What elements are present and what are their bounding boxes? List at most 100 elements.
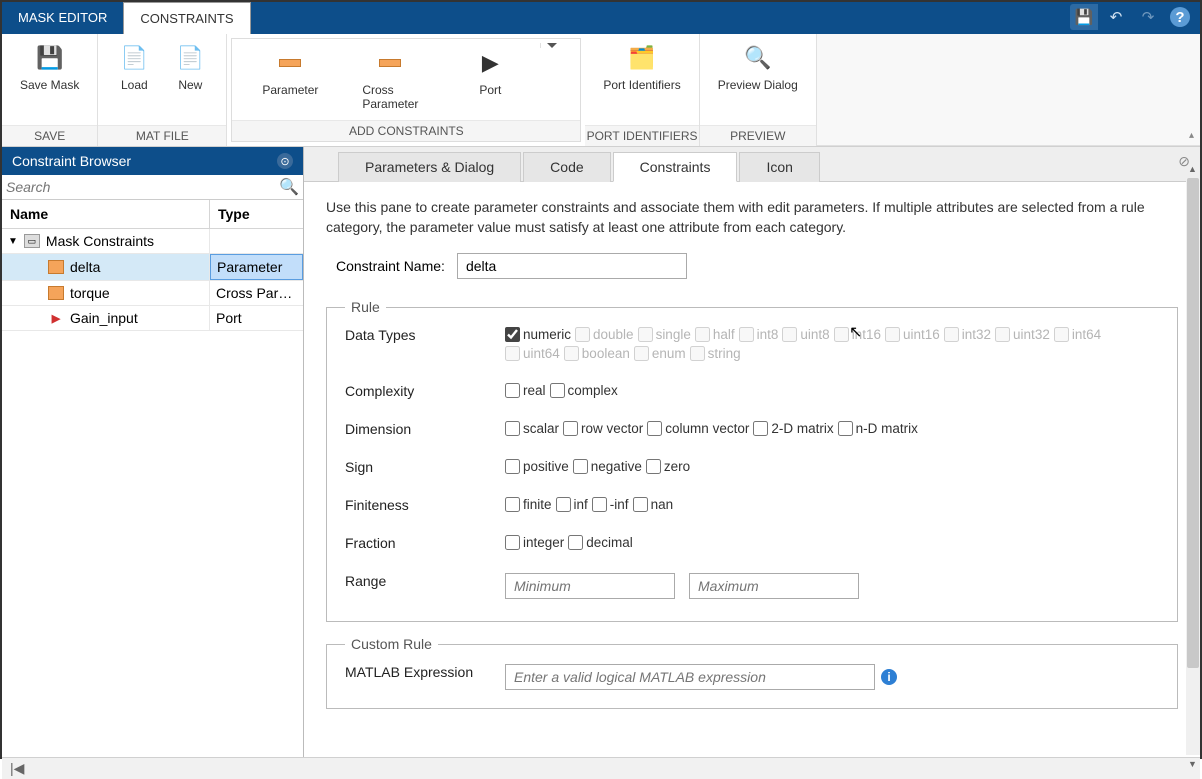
tab-constraints-pane[interactable]: Constraints xyxy=(613,152,738,182)
checkbox-double: double xyxy=(575,327,634,342)
checkbox-int64: int64 xyxy=(1054,327,1101,342)
port-icon: ▶ xyxy=(48,311,64,325)
checkbox-nan[interactable]: nan xyxy=(633,497,674,512)
vertical-scrollbar[interactable]: ▲ ▼ xyxy=(1186,178,1200,755)
tree-row-gain-input[interactable]: ▶Gain_input Port xyxy=(2,306,303,331)
undo-icon[interactable]: ↶ xyxy=(1102,4,1130,30)
constraint-name-label: Constraint Name: xyxy=(336,258,445,274)
rule-fieldset: Rule Data Types numeric double single half i… xyxy=(326,299,1178,622)
scroll-down-icon[interactable]: ▼ xyxy=(1188,759,1197,769)
gallery-dropdown-icon[interactable] xyxy=(540,43,562,48)
dimension-label: Dimension xyxy=(345,421,505,437)
redo-icon[interactable]: ↷ xyxy=(1134,4,1162,30)
checkbox-finite[interactable]: finite xyxy=(505,497,552,512)
ribbon-group-label: PORT IDENTIFIERS xyxy=(585,125,698,146)
preview-dialog-button[interactable]: 🔍 Preview Dialog xyxy=(708,38,808,94)
new-icon: 📄 xyxy=(172,40,208,76)
checkbox-int16: int16 xyxy=(834,327,881,342)
load-icon: 📄 xyxy=(116,40,152,76)
matlab-expression-label: MATLAB Expression xyxy=(345,664,505,680)
scrollbar-thumb[interactable] xyxy=(1187,178,1199,668)
checkbox-complex[interactable]: complex xyxy=(550,383,618,398)
checkbox-inf[interactable]: inf xyxy=(556,497,588,512)
status-bar: |◀ xyxy=(2,757,1200,779)
preview-icon: 🔍 xyxy=(740,40,776,76)
help-icon[interactable]: ? xyxy=(1166,4,1194,30)
checkbox-2-D-matrix[interactable]: 2-D matrix xyxy=(753,421,833,436)
range-min-input[interactable] xyxy=(505,573,675,599)
checkbox-uint8: uint8 xyxy=(782,327,829,342)
collapse-ribbon-icon[interactable]: ▴ xyxy=(1189,130,1194,141)
port-identifiers-button[interactable]: 🗂️ Port Identifiers xyxy=(593,38,690,94)
checkbox-single: single xyxy=(638,327,691,342)
tab-constraints[interactable]: CONSTRAINTS xyxy=(123,2,250,34)
checkbox-string: string xyxy=(690,346,741,361)
checkbox-enum: enum xyxy=(634,346,686,361)
checkbox-positive[interactable]: positive xyxy=(505,459,569,474)
checkbox--inf[interactable]: -inf xyxy=(592,497,629,512)
checkbox-row-vector[interactable]: row vector xyxy=(563,421,643,436)
collapse-icon[interactable]: ▼ xyxy=(8,236,18,247)
rule-legend: Rule xyxy=(345,299,386,315)
checkbox-real[interactable]: real xyxy=(505,383,546,398)
load-button[interactable]: 📄 Load xyxy=(106,38,162,94)
checkbox-uint32: uint32 xyxy=(995,327,1050,342)
tree-row-torque[interactable]: torque Cross Par… xyxy=(2,281,303,306)
search-input[interactable] xyxy=(6,179,279,195)
tree-row-delta[interactable]: delta Parameter xyxy=(2,254,303,281)
matlab-expression-input[interactable] xyxy=(505,664,875,690)
column-header-type[interactable]: Type xyxy=(210,200,303,228)
port-icon: ▶ xyxy=(472,45,508,81)
parameter-icon xyxy=(48,286,64,300)
ribbon-toolbar: 💾 Save Mask SAVE 📄 Load 📄 New MAT FILE P… xyxy=(2,34,1200,147)
column-header-name[interactable]: Name xyxy=(2,200,210,228)
checkbox-n-D-matrix[interactable]: n-D matrix xyxy=(838,421,918,436)
tab-mask-editor[interactable]: MASK EDITOR xyxy=(2,2,123,34)
tab-parameters-dialog[interactable]: Parameters & Dialog xyxy=(338,152,521,182)
constraint-tree: ▼ ▭ Mask Constraints delta Parameter tor… xyxy=(2,229,303,331)
ribbon-group-label: MAT FILE xyxy=(98,125,226,146)
new-button[interactable]: 📄 New xyxy=(162,38,218,94)
tree-root-row[interactable]: ▼ ▭ Mask Constraints xyxy=(2,229,303,254)
checkbox-column-vector[interactable]: column vector xyxy=(647,421,749,436)
constraint-name-input[interactable] xyxy=(457,253,687,279)
checkbox-zero[interactable]: zero xyxy=(646,459,690,474)
range-max-input[interactable] xyxy=(689,573,859,599)
checkbox-half: half xyxy=(695,327,735,342)
parameter-constraint-button[interactable]: Parameter xyxy=(240,43,340,99)
constraint-browser-panel: Constraint Browser ⊙ 🔍 Name Type ▼ ▭ Mas… xyxy=(2,147,304,757)
tab-code[interactable]: Code xyxy=(523,152,610,182)
sign-label: Sign xyxy=(345,459,505,475)
tab-icon[interactable]: Icon xyxy=(739,152,819,182)
parameter-icon xyxy=(272,45,308,81)
cross-parameter-constraint-button[interactable]: Cross Parameter xyxy=(340,43,440,113)
scroll-up-icon[interactable]: ▲ xyxy=(1188,164,1197,174)
info-icon[interactable]: i xyxy=(881,669,897,685)
save-mask-button[interactable]: 💾 Save Mask xyxy=(10,38,89,94)
mask-icon: ▭ xyxy=(24,234,40,248)
checkbox-int32: int32 xyxy=(944,327,991,342)
custom-rule-legend: Custom Rule xyxy=(345,636,438,652)
save-icon[interactable]: 💾 xyxy=(1070,4,1098,30)
save-mask-icon: 💾 xyxy=(32,40,68,76)
checkbox-uint16: uint16 xyxy=(885,327,940,342)
custom-rule-fieldset: Custom Rule MATLAB Expression i xyxy=(326,636,1178,709)
pin-icon[interactable]: ⊙ xyxy=(277,153,293,169)
ribbon-group-label: PREVIEW xyxy=(700,125,816,146)
port-identifiers-icon: 🗂️ xyxy=(624,40,660,76)
checkbox-boolean: boolean xyxy=(564,346,630,361)
parameter-icon xyxy=(48,260,64,274)
port-constraint-button[interactable]: ▶ Port xyxy=(440,43,540,99)
title-tab-bar: MASK EDITOR CONSTRAINTS 💾 ↶ ↷ ? xyxy=(2,2,1200,34)
search-icon[interactable]: 🔍 xyxy=(279,177,299,197)
ribbon-group-label: ADD CONSTRAINTS xyxy=(232,120,580,141)
checkbox-integer[interactable]: integer xyxy=(505,535,564,550)
range-label: Range xyxy=(345,573,505,589)
fraction-label: Fraction xyxy=(345,535,505,551)
data-types-label: Data Types xyxy=(345,327,505,343)
checkbox-numeric[interactable]: numeric xyxy=(505,327,571,342)
checkbox-scalar[interactable]: scalar xyxy=(505,421,559,436)
checkbox-negative[interactable]: negative xyxy=(573,459,642,474)
nav-back-icon[interactable]: |◀ xyxy=(10,760,24,777)
checkbox-decimal[interactable]: decimal xyxy=(568,535,633,550)
